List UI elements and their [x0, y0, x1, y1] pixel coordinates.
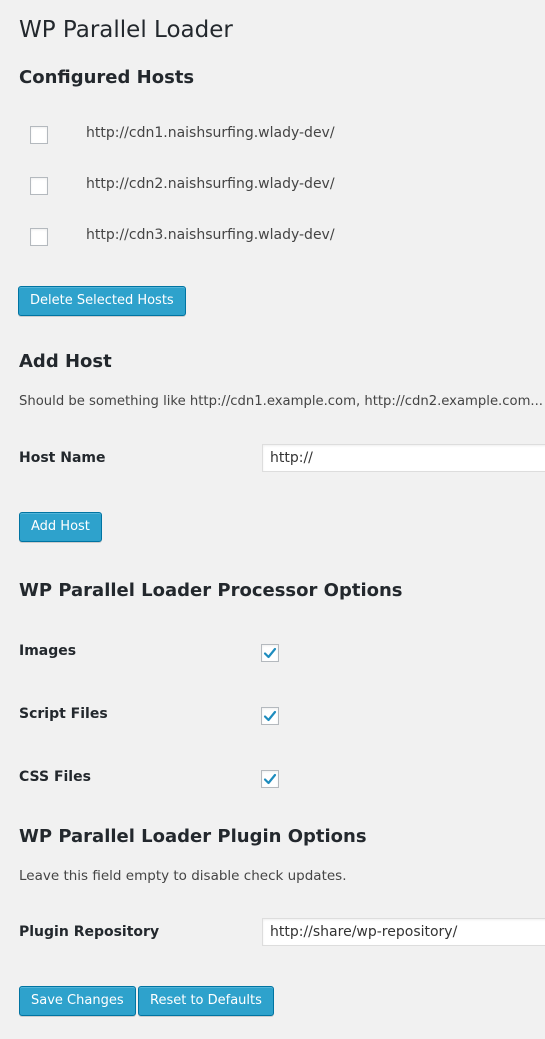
check-icon: [263, 710, 277, 722]
save-changes-button[interactable]: Save Changes: [19, 986, 136, 1016]
plugin-repository-input[interactable]: [262, 918, 545, 946]
add-host-heading: Add Host: [19, 351, 112, 372]
processor-options-heading: WP Parallel Loader Processor Options: [19, 580, 403, 601]
host-url-2: http://cdn2.naishsurfing.wlady-dev/: [86, 176, 335, 192]
host-checkbox-1[interactable]: [30, 126, 48, 144]
css-files-checkbox[interactable]: [261, 770, 279, 788]
host-name-label: Host Name: [19, 450, 106, 466]
plugin-options-description: Leave this field empty to disable check …: [19, 868, 347, 884]
settings-page: WP Parallel Loader Configured Hosts http…: [0, 0, 545, 1039]
add-host-button[interactable]: Add Host: [19, 512, 102, 542]
reset-to-defaults-button[interactable]: Reset to Defaults: [138, 986, 274, 1016]
delete-selected-hosts-button[interactable]: Delete Selected Hosts: [18, 286, 186, 316]
add-host-description: Should be something like http://cdn1.exa…: [19, 394, 543, 409]
check-icon: [263, 647, 277, 659]
option-label-script-files: Script Files: [19, 706, 108, 722]
host-checkbox-3[interactable]: [30, 228, 48, 246]
page-title: WP Parallel Loader: [19, 17, 233, 43]
images-checkbox[interactable]: [261, 644, 279, 662]
script-files-checkbox[interactable]: [261, 707, 279, 725]
plugin-repository-label: Plugin Repository: [19, 924, 160, 940]
host-url-1: http://cdn1.naishsurfing.wlady-dev/: [86, 125, 335, 141]
option-label-css-files: CSS Files: [19, 769, 91, 785]
host-url-3: http://cdn3.naishsurfing.wlady-dev/: [86, 227, 335, 243]
host-checkbox-2[interactable]: [30, 177, 48, 195]
host-name-input[interactable]: [262, 444, 545, 472]
configured-hosts-heading: Configured Hosts: [19, 67, 195, 88]
option-label-images: Images: [19, 643, 77, 659]
check-icon: [263, 773, 277, 785]
plugin-options-heading: WP Parallel Loader Plugin Options: [19, 826, 367, 847]
